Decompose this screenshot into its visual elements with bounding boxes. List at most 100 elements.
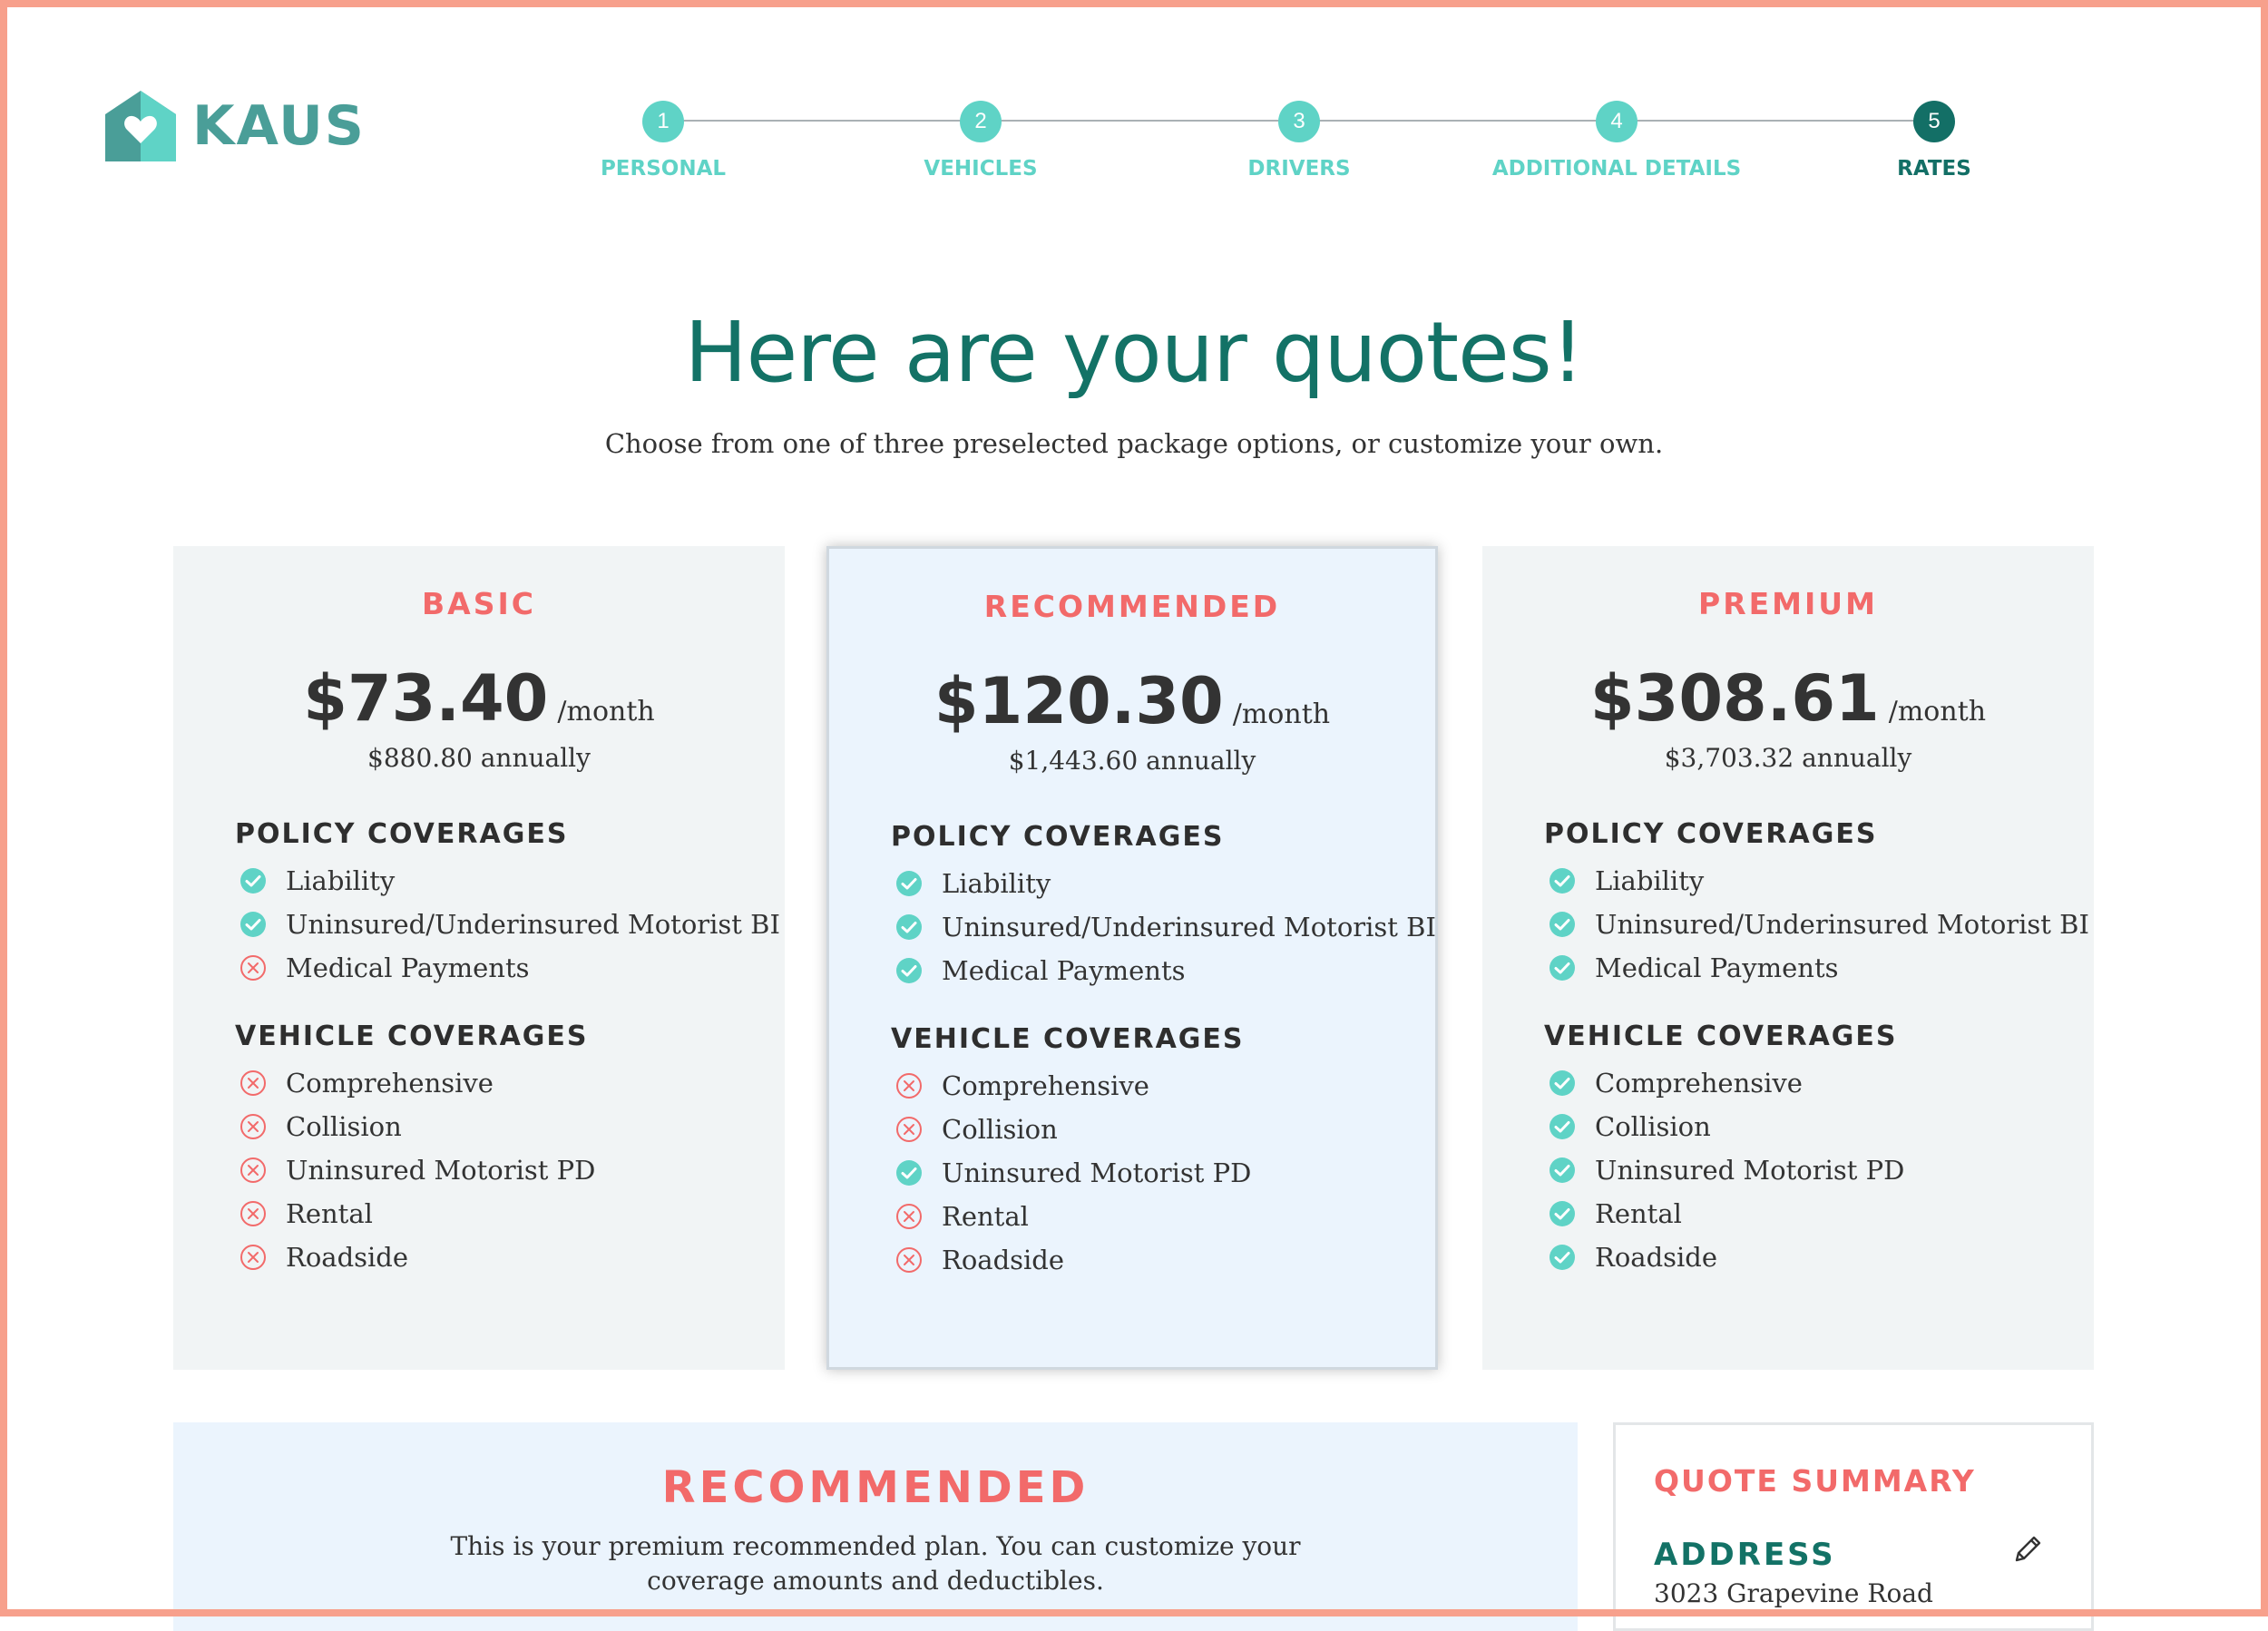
x-circle-icon xyxy=(896,1073,922,1099)
recommended-panel: RECOMMENDED This is your premium recomme… xyxy=(173,1422,1578,1631)
price-period: /month xyxy=(557,696,655,728)
x-circle-icon xyxy=(240,1201,266,1226)
progress-stepper: 1 PERSONAL 2 VEHICLES 3 DRIVERS 4 ADDITI… xyxy=(0,0,2268,200)
coverage-item: Liability xyxy=(1544,859,2094,903)
step-number: 3 xyxy=(1278,101,1320,142)
coverage-label: Uninsured Motorist PD xyxy=(1595,1155,1905,1186)
step-drivers[interactable]: 3 DRIVERS xyxy=(1163,101,1435,181)
coverage-item: Medical Payments xyxy=(891,949,1435,992)
coverage-item: Uninsured/Underinsured Motorist BI xyxy=(235,903,785,946)
coverage-item: Roadside xyxy=(1544,1235,2094,1279)
step-label: PERSONAL xyxy=(600,157,727,181)
coverage-item: Collision xyxy=(891,1108,1435,1151)
coverage-label: Medical Payments xyxy=(942,955,1186,986)
policy-coverages-heading: POLICY COVERAGES xyxy=(235,818,569,850)
x-circle-icon xyxy=(240,1157,266,1183)
check-icon xyxy=(1549,1201,1575,1226)
check-icon xyxy=(1549,912,1575,937)
vehicle-coverages-heading: VEHICLE COVERAGES xyxy=(891,1023,1245,1055)
coverage-item: Collision xyxy=(1544,1105,2094,1148)
check-icon xyxy=(896,1160,922,1186)
check-icon xyxy=(896,914,922,940)
coverage-label: Uninsured/Underinsured Motorist BI xyxy=(942,912,1436,942)
plan-card-recommended[interactable]: RECOMMENDED $120.30/month $1,443.60 annual… xyxy=(826,546,1438,1370)
price-row: $308.61/month xyxy=(1482,661,2094,736)
coverage-label: Uninsured/Underinsured Motorist BI xyxy=(286,909,780,940)
step-number: 4 xyxy=(1596,101,1637,142)
price-row: $73.40/month xyxy=(173,661,785,736)
coverage-label: Medical Payments xyxy=(286,952,530,983)
coverage-label: Liability xyxy=(942,868,1051,899)
step-number: 5 xyxy=(1913,101,1955,142)
coverage-label: Comprehensive xyxy=(286,1068,494,1099)
step-personal[interactable]: 1 PERSONAL xyxy=(527,101,799,181)
annual-price: $880.80 annually xyxy=(367,743,591,773)
vehicle-coverages-heading: VEHICLE COVERAGES xyxy=(1544,1021,1898,1052)
monthly-price: $308.61 xyxy=(1589,661,1880,736)
step-additional-details[interactable]: 4 ADDITIONAL DETAILS xyxy=(1481,101,1753,181)
coverage-label: Liability xyxy=(1595,865,1705,896)
coverage-label: Collision xyxy=(286,1111,402,1142)
monthly-price: $120.30 xyxy=(934,664,1224,738)
x-circle-icon xyxy=(896,1117,922,1142)
step-label: RATES xyxy=(1897,157,1971,181)
coverage-label: Collision xyxy=(1595,1111,1711,1142)
coverage-item: Collision xyxy=(235,1105,785,1148)
coverage-label: Comprehensive xyxy=(942,1070,1149,1101)
step-label: DRIVERS xyxy=(1247,157,1351,181)
check-icon xyxy=(1549,1245,1575,1270)
check-icon xyxy=(240,868,266,894)
coverage-item: Comprehensive xyxy=(891,1064,1435,1108)
coverage-item: Comprehensive xyxy=(235,1061,785,1105)
step-number: 1 xyxy=(642,101,684,142)
check-icon xyxy=(1549,1157,1575,1183)
coverage-item: Uninsured Motorist PD xyxy=(235,1148,785,1192)
coverage-item: Roadside xyxy=(235,1235,785,1279)
x-circle-icon xyxy=(896,1247,922,1273)
x-circle-icon xyxy=(896,1204,922,1229)
coverage-label: Roadside xyxy=(942,1245,1065,1275)
coverage-label: Uninsured Motorist PD xyxy=(286,1155,596,1186)
address-row: ADDRESS 3023 Grapevine Road xyxy=(1654,1536,2091,1608)
step-label: ADDITIONAL DETAILS xyxy=(1491,157,1742,181)
coverage-label: Rental xyxy=(942,1201,1029,1232)
annual-price: $1,443.60 annually xyxy=(1008,746,1256,776)
coverage-item: Liability xyxy=(891,862,1435,905)
coverage-label: Roadside xyxy=(286,1242,409,1273)
check-icon xyxy=(1549,868,1575,894)
step-vehicles[interactable]: 2 VEHICLES xyxy=(845,101,1117,181)
step-label: VEHICLES xyxy=(924,157,1038,181)
check-icon xyxy=(1549,955,1575,981)
coverage-label: Collision xyxy=(942,1114,1058,1145)
x-circle-icon xyxy=(240,1070,266,1096)
coverage-label: Comprehensive xyxy=(1595,1068,1803,1099)
annual-price: $3,703.32 annually xyxy=(1664,743,1912,773)
coverage-item: Uninsured Motorist PD xyxy=(1544,1148,2094,1192)
coverage-label: Medical Payments xyxy=(1595,952,1839,983)
check-icon xyxy=(896,871,922,896)
policy-coverages-heading: POLICY COVERAGES xyxy=(891,821,1225,853)
step-rates[interactable]: 5 RATES xyxy=(1798,101,2070,181)
pencil-icon[interactable] xyxy=(2009,1531,2046,1568)
coverage-item: Medical Payments xyxy=(235,946,785,990)
check-icon xyxy=(1549,1070,1575,1096)
recommended-panel-text: This is your premium recommended plan. Y… xyxy=(450,1531,1301,1596)
quote-summary-title: QUOTE SUMMARY xyxy=(1654,1463,1976,1499)
coverage-item: Medical Payments xyxy=(1544,946,2094,990)
page-title: Here are your quotes! xyxy=(684,304,1584,401)
monthly-price: $73.40 xyxy=(303,661,549,736)
plan-card-basic[interactable]: BASIC $73.40/month $880.80 annually POLICY … xyxy=(173,546,785,1370)
plan-card-premium[interactable]: PREMIUM $308.61/month $3,703.32 annually PO… xyxy=(1482,546,2094,1370)
coverage-item: Uninsured/Underinsured Motorist BI xyxy=(1544,903,2094,946)
coverage-item: Rental xyxy=(1544,1192,2094,1235)
coverage-item: Liability xyxy=(235,859,785,903)
step-number: 2 xyxy=(960,101,1002,142)
price-row: $120.30/month xyxy=(829,664,1435,738)
plan-name: RECOMMENDED xyxy=(983,589,1281,624)
coverage-label: Rental xyxy=(286,1198,373,1229)
recommended-panel-title: RECOMMENDED xyxy=(661,1462,1090,1513)
coverage-label: Rental xyxy=(1595,1198,1682,1229)
coverage-label: Uninsured Motorist PD xyxy=(942,1157,1252,1188)
plan-name: PREMIUM xyxy=(1698,586,1878,621)
plan-name: BASIC xyxy=(422,586,536,621)
